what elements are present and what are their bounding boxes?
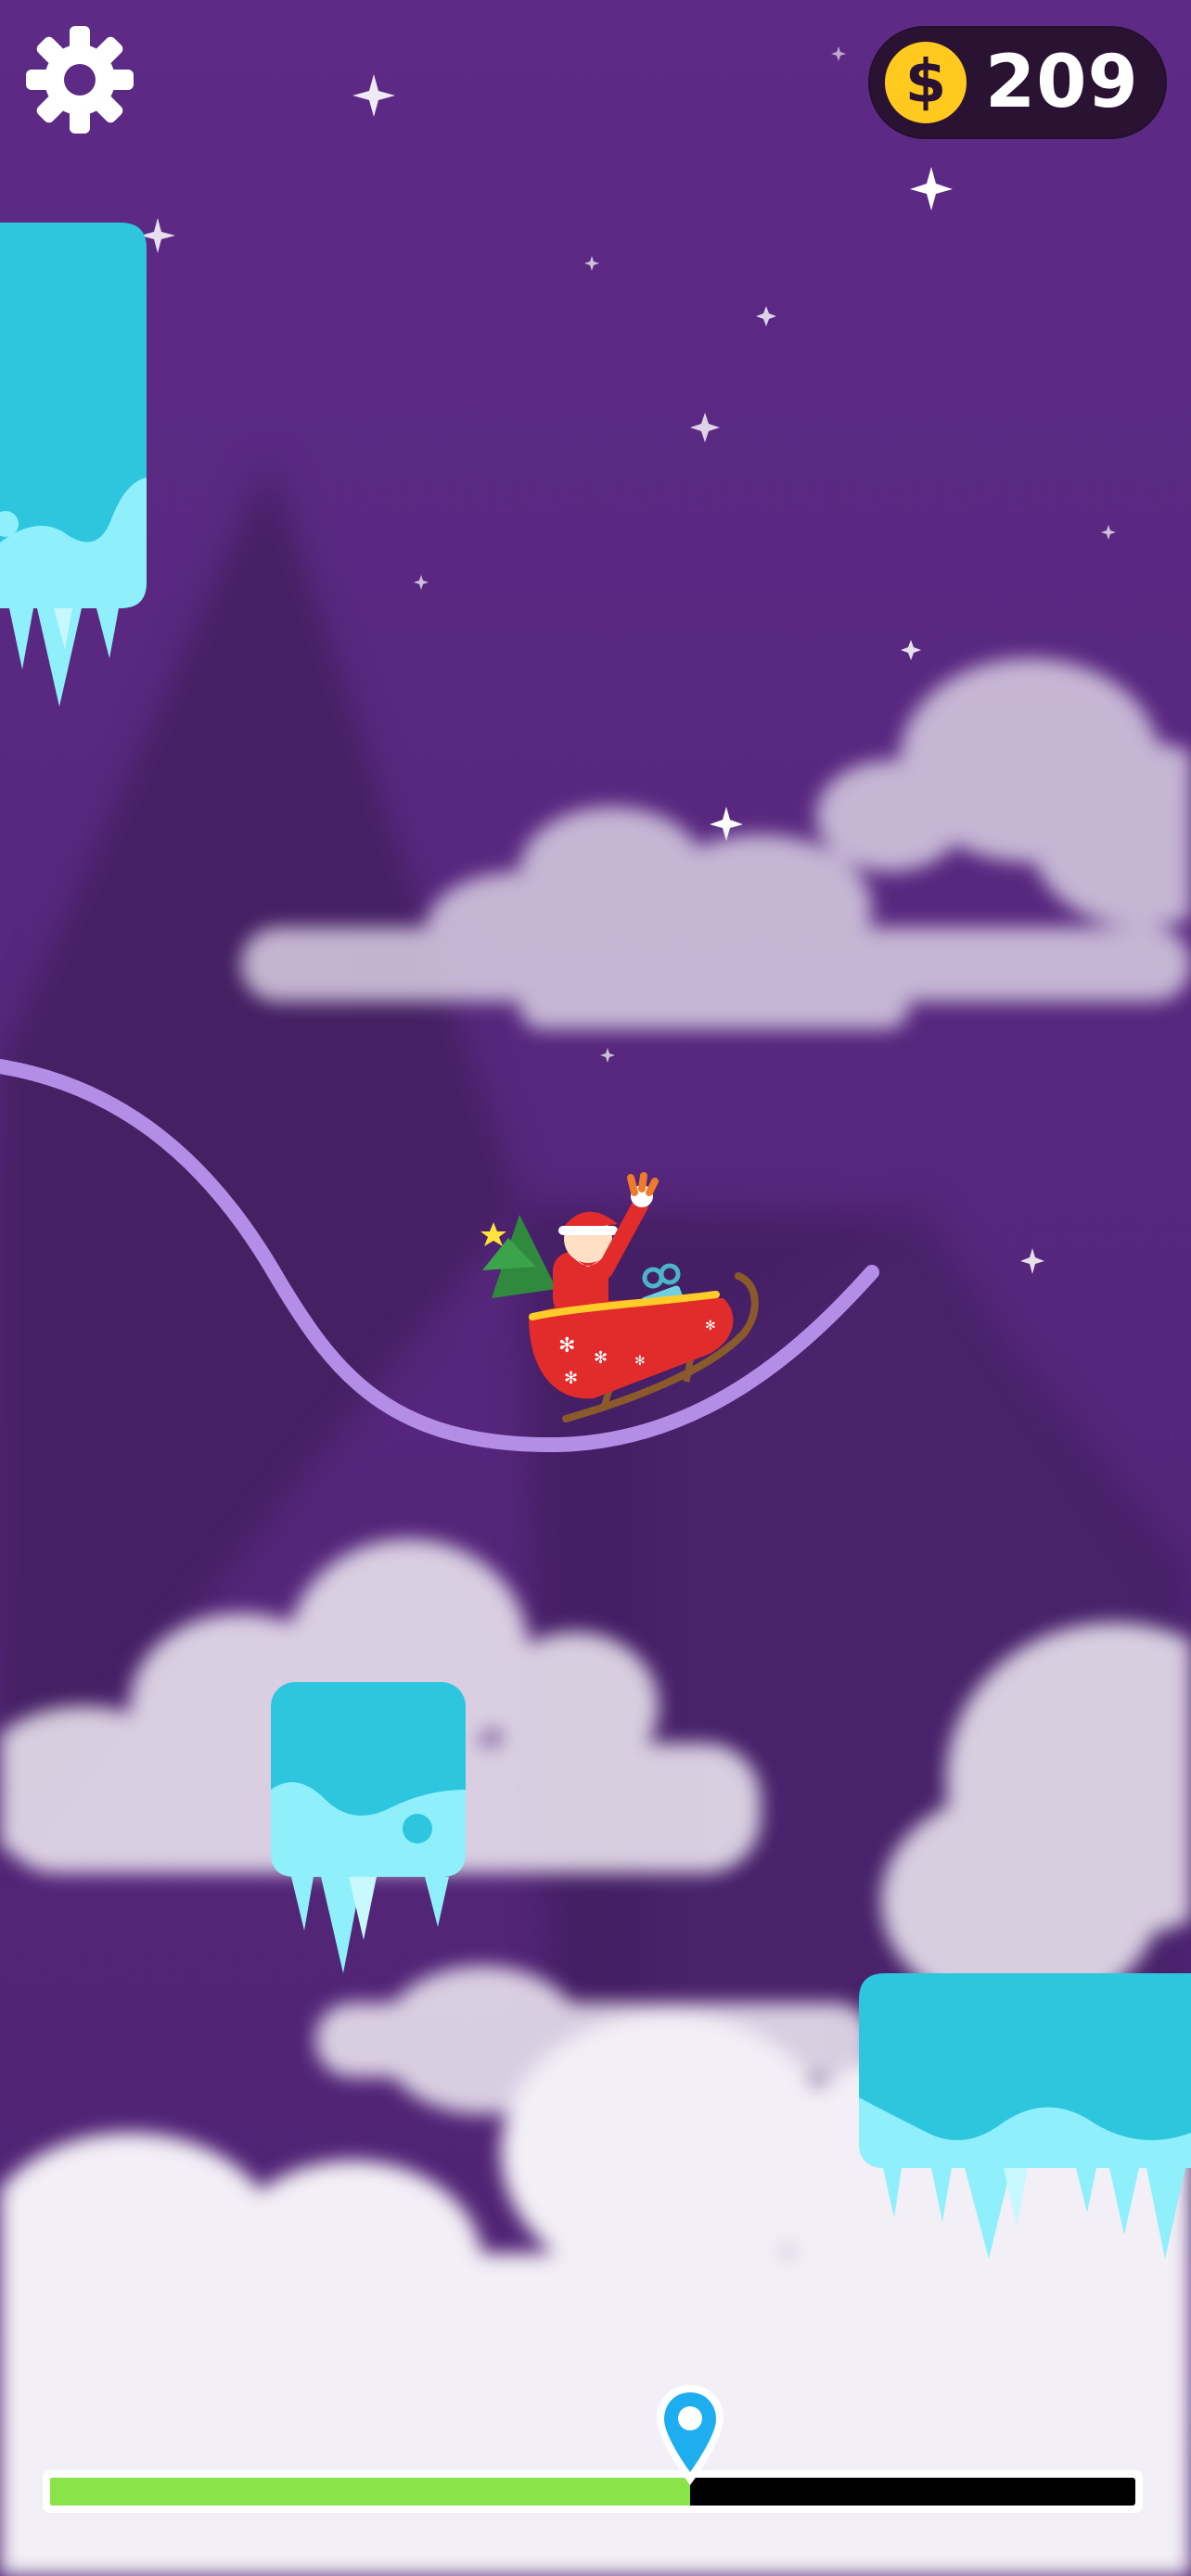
coin-count: 209 [985,41,1139,124]
coin-counter: $ 209 [868,26,1167,139]
svg-text:✻: ✻ [705,1319,716,1333]
location-pin-icon [657,2385,724,2485]
coin-symbol: $ [904,48,947,117]
dollar-coin-icon: $ [885,42,967,123]
level-progress-track [50,2478,1135,2506]
svg-text:✻: ✻ [564,1369,578,1388]
svg-text:✻: ✻ [634,1354,646,1369]
svg-text:✻: ✻ [594,1348,608,1368]
game-scene: ✻ ✻ ✻ ✻ ✻ [0,0,1191,2576]
santa-sleigh: ✻ ✻ ✻ ✻ ✻ [480,1172,759,1422]
gear-icon[interactable] [24,24,135,135]
svg-text:✻: ✻ [558,1334,575,1358]
level-progress-fill [50,2478,691,2506]
level-progress-bar [43,2470,1143,2513]
